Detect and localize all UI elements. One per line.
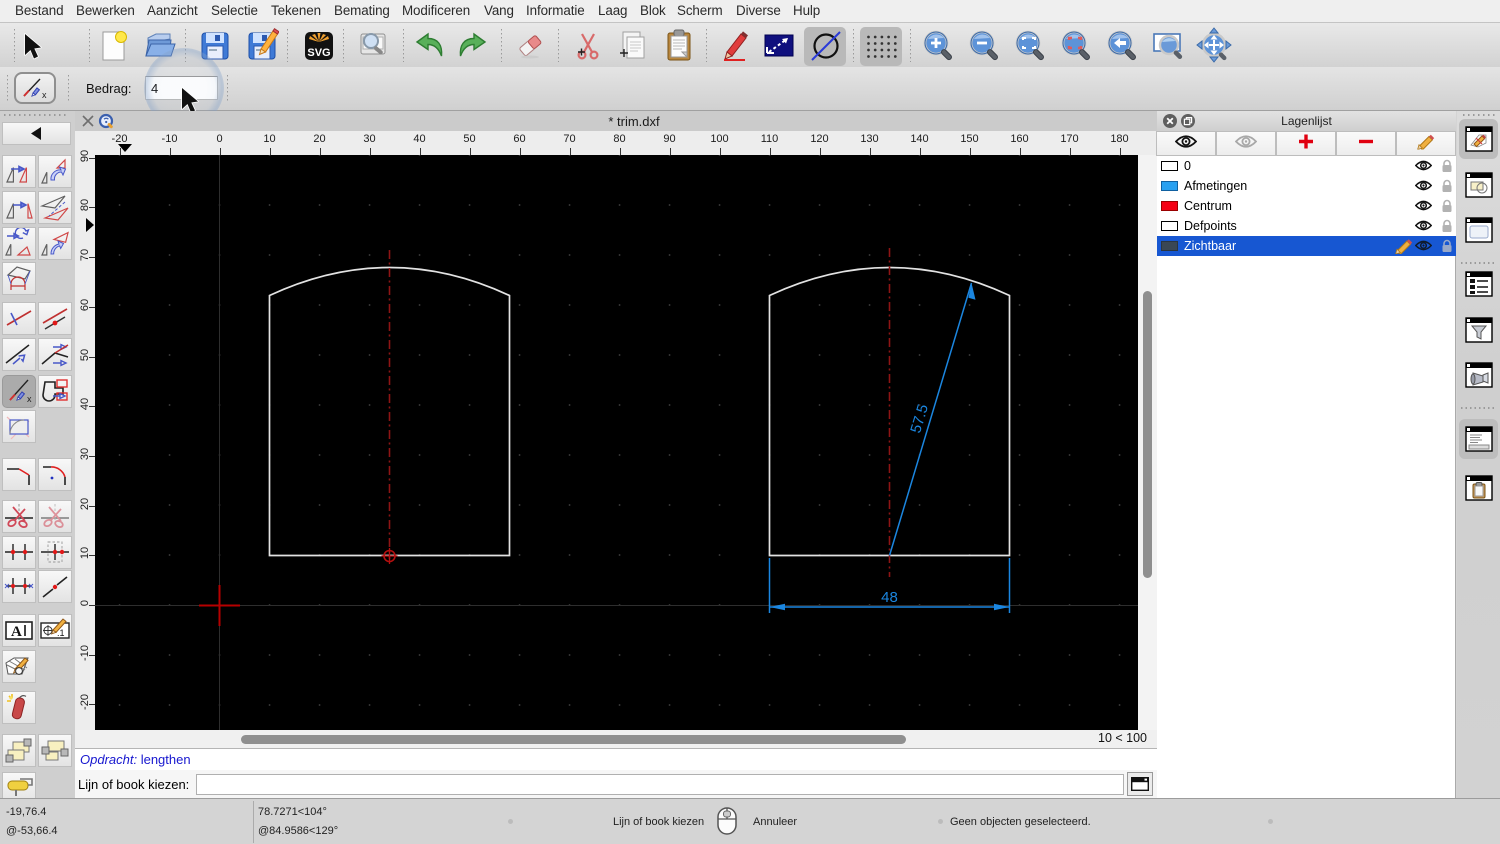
svg-text:x: x bbox=[27, 394, 32, 404]
svg-text:x: x bbox=[42, 90, 47, 100]
svg-text:48: 48 bbox=[881, 589, 898, 606]
svg-text:.1: .1 bbox=[57, 628, 65, 638]
svg-text:A: A bbox=[11, 624, 22, 640]
svg-text:SVG: SVG bbox=[307, 47, 330, 59]
